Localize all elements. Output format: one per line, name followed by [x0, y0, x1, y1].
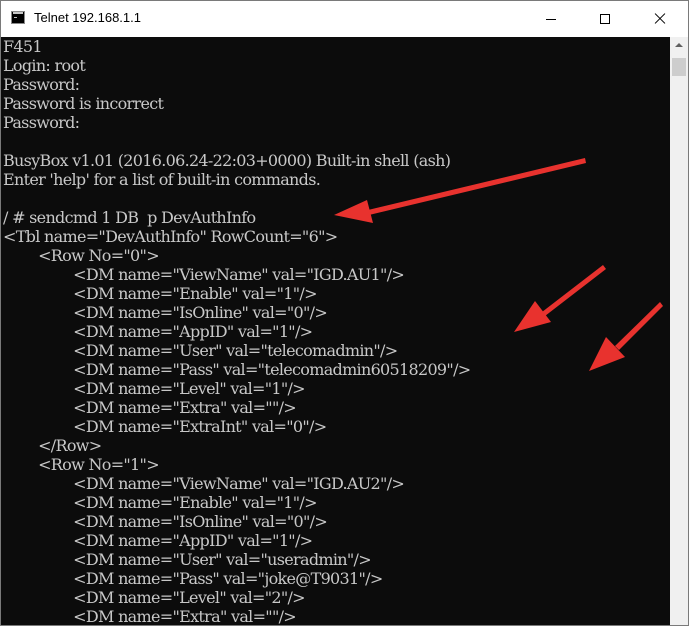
terminal-output[interactable]: F451 Login: root Password: Password is i… — [1, 37, 670, 625]
minimize-button[interactable] — [528, 1, 574, 37]
arrow-sendcmd — [334, 158, 586, 223]
close-icon — [637, 1, 683, 37]
close-button[interactable] — [637, 1, 683, 37]
minimize-icon — [546, 19, 556, 20]
maximize-button[interactable] — [582, 1, 628, 37]
telnet-window: Telnet 192.168.1.1 F451 Login: root Pass… — [0, 0, 689, 626]
arrow-pass — [589, 302, 663, 371]
scroll-up-icon[interactable] — [670, 37, 688, 54]
arrow-user — [514, 265, 606, 332]
annotation-arrows — [334, 158, 663, 371]
window-title: Telnet 192.168.1.1 — [34, 10, 141, 25]
console-icon[interactable] — [11, 11, 25, 24]
maximize-icon — [600, 14, 610, 24]
title-bar[interactable]: Telnet 192.168.1.1 — [1, 1, 688, 37]
vertical-scrollbar[interactable] — [670, 37, 688, 625]
scroll-thumb[interactable] — [672, 58, 686, 76]
